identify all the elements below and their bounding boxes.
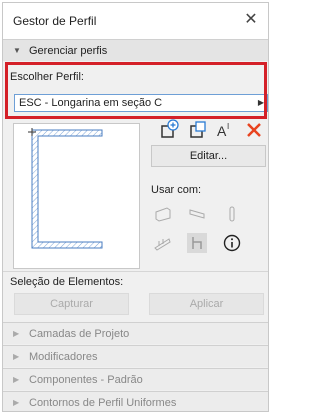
- section-modifiers[interactable]: ▶ Modificadores: [3, 345, 268, 367]
- info-icon[interactable]: [222, 233, 242, 253]
- duplicate-profile-icon[interactable]: [187, 119, 209, 141]
- section-project-layers[interactable]: ▶ Camadas de Projeto: [3, 322, 268, 344]
- section-uniform-outlines[interactable]: ▶ Contornos de Perfil Uniformes: [3, 391, 268, 411]
- element-selection-label: Seleção de Elementos:: [10, 276, 124, 288]
- capture-button[interactable]: Capturar: [14, 293, 129, 315]
- new-profile-icon[interactable]: [158, 119, 180, 141]
- column-icon[interactable]: [222, 204, 242, 224]
- svg-text:A: A: [217, 123, 227, 139]
- beam-icon[interactable]: [187, 204, 207, 224]
- triangle-right-icon: ▶: [13, 375, 20, 384]
- apply-button[interactable]: Aplicar: [149, 293, 264, 315]
- object-icon[interactable]: [187, 233, 207, 253]
- profile-preview: [13, 123, 140, 269]
- section-manage-label: Gerenciar perfis: [29, 45, 108, 57]
- triangle-right-icon: ▶: [13, 398, 20, 407]
- railing-icon[interactable]: [153, 233, 173, 253]
- title-bar: Gestor de Perfil ✕: [3, 3, 268, 39]
- section-manage-profiles[interactable]: ▼ Gerenciar perfis: [3, 39, 268, 61]
- edit-button[interactable]: Editar...: [151, 145, 266, 167]
- section-default-components[interactable]: ▶ Componentes - Padrão: [3, 368, 268, 390]
- use-with-label: Usar com:: [151, 184, 202, 196]
- svg-text:I: I: [227, 122, 229, 131]
- wall-icon[interactable]: [153, 204, 173, 224]
- c-section-preview-icon: [28, 128, 103, 249]
- divider: [3, 271, 268, 272]
- panel-title: Gestor de Perfil: [13, 14, 97, 28]
- close-icon[interactable]: ✕: [242, 11, 260, 29]
- delete-icon[interactable]: [243, 119, 265, 141]
- triangle-right-icon: ▶: [13, 352, 20, 361]
- section-label: Componentes - Padrão: [29, 374, 143, 386]
- rename-icon[interactable]: A I: [215, 119, 237, 141]
- triangle-down-icon: ▼: [13, 46, 21, 55]
- triangle-right-icon: ▶: [13, 329, 20, 338]
- section-label: Modificadores: [29, 351, 98, 363]
- section-label: Contornos de Perfil Uniformes: [29, 397, 177, 409]
- choose-profile-highlight: [5, 62, 267, 119]
- section-label: Camadas de Projeto: [29, 328, 130, 340]
